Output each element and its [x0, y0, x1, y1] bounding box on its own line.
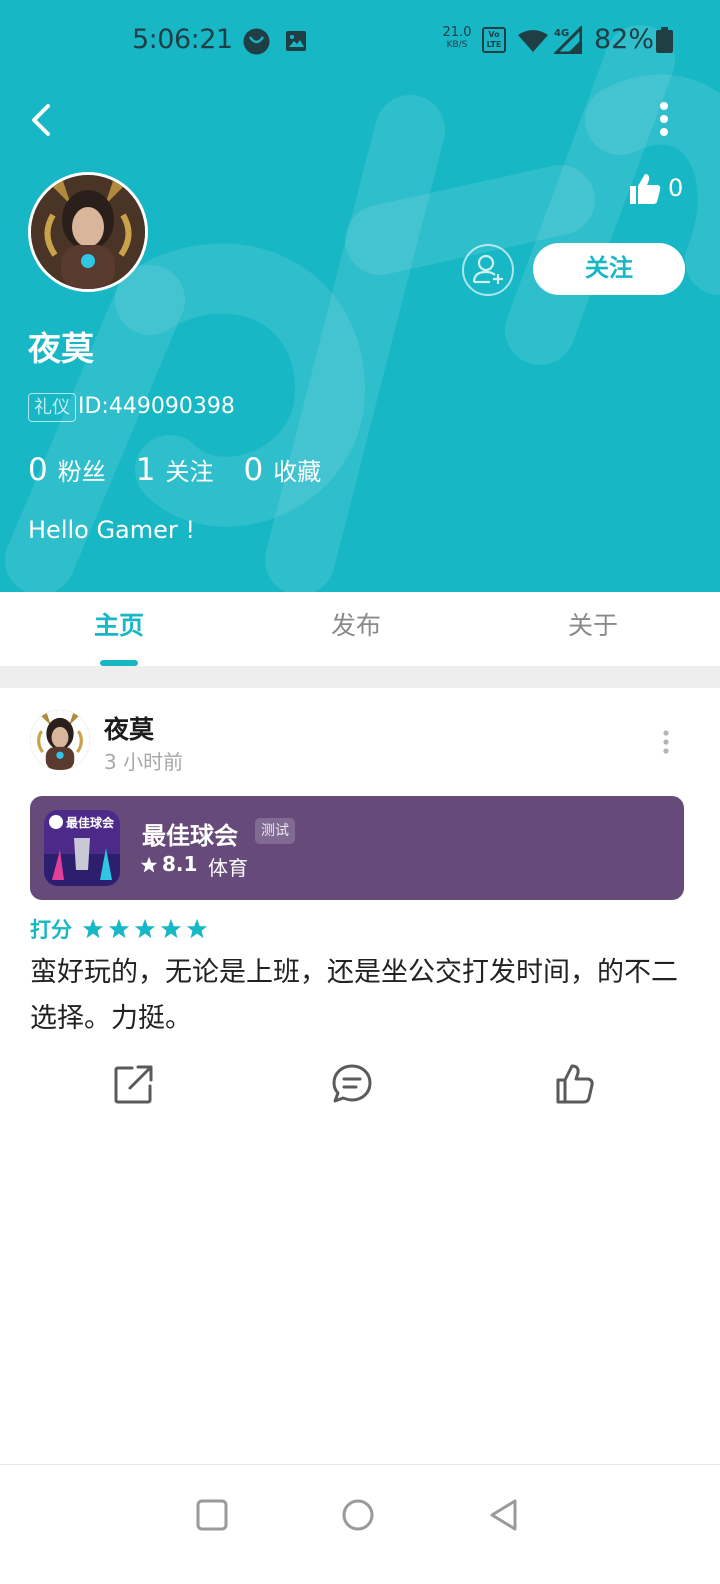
post-author-avatar[interactable] [30, 710, 90, 770]
profile-avatar[interactable] [28, 172, 148, 292]
tab-home[interactable]: 主页 [94, 606, 144, 642]
following-count[interactable]: 1 [136, 452, 156, 488]
review-post: 夜莫 3 小时前 最佳球会 最佳球会 测试 8.1 体育 打分 蛮好玩的，无论是… [0, 688, 720, 1148]
follow-button[interactable]: 关注 [533, 243, 685, 295]
app-name: 最佳球会 [142, 822, 238, 850]
app-icon-image: 最佳球会 [44, 810, 120, 886]
add-friend-button[interactable] [462, 244, 514, 296]
avatar-image [30, 710, 90, 770]
app-test-tag: 测试 [255, 818, 295, 844]
fans-label[interactable]: 粉丝 [58, 452, 106, 487]
profile-header: 5:06:21 21.0 KB/S Vo LTE 4G 82% 0 关注 夜莫 … [0, 0, 720, 592]
battery-percentage: 82% [594, 24, 655, 55]
system-navigation-bar [0, 1464, 720, 1584]
recents-icon[interactable] [192, 1495, 232, 1535]
section-divider [0, 666, 720, 688]
profile-tabs: 主页 发布 关于 [0, 592, 720, 666]
home-icon[interactable] [338, 1495, 378, 1535]
post-author-name[interactable]: 夜莫 [104, 710, 154, 746]
gallery-icon [286, 31, 306, 51]
network-speed: 21.0 KB/S [442, 25, 472, 51]
comment-icon[interactable] [330, 1062, 374, 1106]
score-label: 打分 [30, 918, 72, 942]
tab-posts[interactable]: 发布 [331, 606, 381, 642]
notification-app-icon [243, 28, 270, 55]
user-id: ID:449090398 [78, 394, 235, 419]
app-icon-label: 最佳球会 [66, 815, 115, 830]
like-icon[interactable] [552, 1062, 596, 1106]
star-icon [82, 918, 104, 939]
review-text: 蛮好玩的，无论是上班，还是坐公交打发时间，的不二选择。力挺。 [30, 957, 678, 1034]
avatar-image [31, 175, 145, 289]
add-user-icon [472, 254, 503, 284]
following-label[interactable]: 关注 [165, 452, 213, 487]
back-arrow-icon[interactable] [20, 96, 64, 144]
star-icon [160, 918, 182, 939]
user-badge: 礼仪 [28, 393, 76, 422]
app-card[interactable]: 最佳球会 最佳球会 测试 8.1 体育 [30, 796, 684, 900]
back-icon[interactable] [484, 1495, 524, 1535]
star-icon [108, 918, 130, 939]
tab-about[interactable]: 关于 [568, 606, 618, 642]
favorites-count[interactable]: 0 [243, 452, 263, 488]
more-vertical-icon[interactable] [648, 98, 680, 142]
like-count: 0 [668, 174, 684, 202]
status-time: 5:06:21 [132, 24, 233, 55]
star-icon [134, 918, 156, 939]
profile-name: 夜莫 [28, 329, 94, 368]
profile-bio: Hello Gamer ! [28, 516, 196, 544]
fans-count[interactable]: 0 [28, 452, 48, 488]
post-more-icon[interactable] [656, 728, 676, 756]
profile-stats: 0 粉丝 1 关注 0 收藏 [28, 452, 351, 496]
app-icon: 最佳球会 [44, 810, 120, 886]
favorites-label[interactable]: 收藏 [273, 452, 321, 487]
app-category: 体育 [208, 856, 248, 880]
post-timestamp: 3 小时前 [104, 750, 184, 774]
network-speed-value: 21.0 [442, 25, 472, 40]
signal-icon: 4G [554, 26, 582, 54]
wifi-icon [518, 30, 548, 52]
thumbs-up-icon [630, 174, 661, 204]
star-icon [140, 856, 158, 873]
battery-icon [656, 27, 673, 53]
app-rating: 8.1 [162, 852, 198, 876]
star-icon [186, 918, 208, 939]
status-bar: 5:06:21 21.0 KB/S Vo LTE 4G 82% [0, 0, 720, 80]
volte-icon: Vo LTE [482, 27, 506, 53]
user-profile-page: 5:06:21 21.0 KB/S Vo LTE 4G 82% 0 关注 夜莫 … [0, 0, 720, 1584]
profile-like-button[interactable]: 0 [628, 170, 692, 210]
network-speed-unit: KB/S [446, 40, 468, 50]
watermark-logo [5, 25, 720, 592]
score-stars [82, 918, 212, 940]
share-icon[interactable] [112, 1062, 156, 1106]
network-type-label: 4G [554, 28, 569, 39]
